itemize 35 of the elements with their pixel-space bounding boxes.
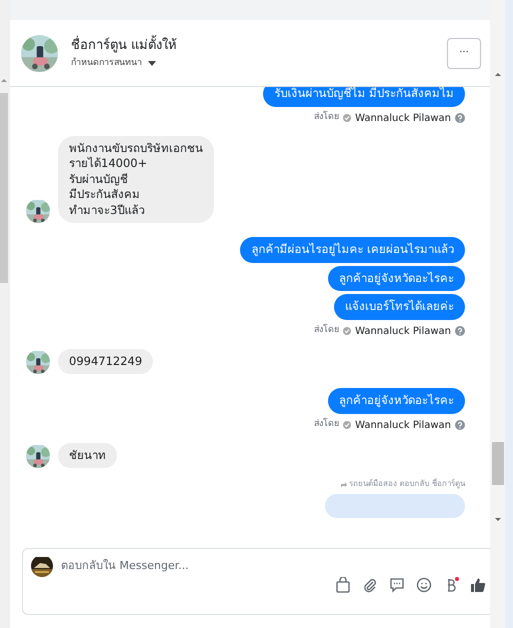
received-message-bubble: พนักงานขับรถบริษัทเอกชน รายได้14000+ รับผ่านบัญชี มีประกันสังคม ทำมาจะ3ปีแล้ว (58, 136, 214, 224)
emoji-icon[interactable] (416, 577, 432, 593)
sent-message-bubble: ลูกค้ามีผ่อนไรอยู่ไมคะ เคยผ่อนไรมาแล้ว (240, 237, 465, 263)
attachment-icon[interactable] (362, 577, 378, 593)
shopping-bag-icon[interactable] (335, 577, 351, 593)
contact-name: ชื่อการ์ตูน แม่ตั้งให้ (71, 36, 434, 55)
more-options-button[interactable]: ··· (447, 38, 481, 68)
sent-by-label: ส่งโดย (314, 111, 340, 124)
received-message-bubble: ชัยนาท (58, 442, 117, 468)
sent-by-label: ส่งโดย (314, 324, 340, 338)
sent-message-bubble: ลูกค้าอยู่จังหวัดอะไรคะ (328, 388, 465, 414)
scroll-down-arrow-icon[interactable] (494, 517, 502, 522)
scroll-up-arrow-icon[interactable] (494, 72, 502, 77)
scrollbar-thumb[interactable] (0, 93, 8, 283)
sent-message-bubble: แจ้งเบอร์โทรได้เลยค่ะ (334, 294, 465, 320)
check-icon (343, 327, 352, 336)
sent-message-bubble: รับเงินผ่านบัญชีไม มีประกันสังคมไม (263, 87, 465, 107)
conversation-settings-link[interactable]: กำหนดการสนทนา (71, 57, 142, 70)
check-icon (343, 114, 352, 122)
help-icon[interactable] (455, 420, 465, 430)
help-icon[interactable] (455, 113, 465, 124)
sender-name: Wannaluck Pilawan (355, 112, 451, 126)
sent-message-bubble: ลูกค้าอยู่จังหวัดอะไรคะ (328, 266, 465, 292)
reply-note: รถยนต์มือสอง ตอบกลับ ชื่อการ์ตูน (348, 478, 465, 490)
scrollbar-thumb[interactable] (492, 442, 504, 485)
help-icon[interactable] (455, 326, 465, 336)
like-icon[interactable] (470, 577, 486, 593)
received-message-bubble: 0994712249 (58, 348, 154, 374)
check-icon (343, 421, 352, 430)
reply-arrow-icon (340, 480, 347, 488)
sender-name: Wannaluck Pilawan (355, 418, 451, 433)
chat-bubble-icon[interactable] (389, 577, 405, 593)
sent-by-label: ส่งโดย (314, 418, 340, 432)
caret-down-icon[interactable] (148, 61, 156, 66)
sender-name: Wannaluck Pilawan (355, 324, 451, 339)
